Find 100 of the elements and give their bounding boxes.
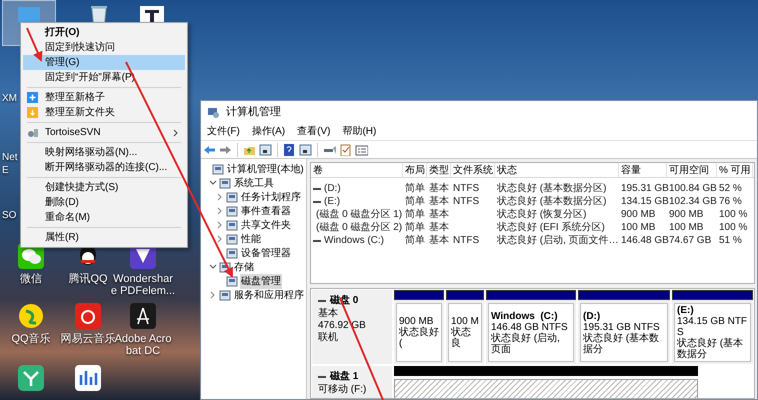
disk-name: 磁盘 1 xyxy=(330,370,358,384)
partition-title: Windows (C:) xyxy=(491,310,559,322)
menu-item[interactable]: 创建快捷方式(S) xyxy=(23,180,185,195)
menu-item[interactable]: 属性(R) xyxy=(23,230,185,245)
menu-item[interactable]: 管理(G) xyxy=(23,55,185,70)
checklist-icon[interactable] xyxy=(339,144,352,156)
disk-detail: 联机 xyxy=(318,332,339,344)
tree-item[interactable]: 服务和应用程序 xyxy=(233,288,305,302)
partition-status: 状态良好 ( xyxy=(399,327,439,349)
menu-item[interactable]: 打开(O) xyxy=(23,25,185,40)
plus-icon xyxy=(27,92,38,103)
menu-item-label: 固定到快速访问 xyxy=(45,40,116,55)
forward-arrow-icon[interactable] xyxy=(219,144,232,156)
partition-status: 状态良好 (基本数据分 xyxy=(583,332,660,354)
table-cell: 100 MB xyxy=(621,221,656,234)
icon-label: bat DC xyxy=(126,345,160,357)
table-cell: 简单 xyxy=(405,234,425,247)
tree-item[interactable]: 性能 xyxy=(240,232,262,246)
column-header[interactable]: % 可用 xyxy=(717,163,753,177)
table-cell: (磁盘 0 磁盘分区 1) xyxy=(316,208,402,221)
list-icon[interactable] xyxy=(355,144,368,156)
tree-item[interactable]: 共享文件夹 xyxy=(240,218,292,232)
menu-item-label: 整理至新格子 xyxy=(45,90,106,105)
annotation-arrow xyxy=(26,28,42,62)
partition-bar xyxy=(394,290,444,300)
expanded-chevron-icon[interactable] xyxy=(209,179,217,187)
column-header[interactable]: 类型 xyxy=(427,163,451,177)
menu-item[interactable]: 删除(D) xyxy=(23,195,185,210)
menu-item[interactable]: 映射网络驱动器(N)... xyxy=(23,145,185,160)
volume-icon xyxy=(313,238,321,242)
tree-item[interactable]: 存储 xyxy=(233,260,255,274)
column-header[interactable]: 状态 xyxy=(495,163,619,177)
expanded-chevron-icon[interactable] xyxy=(209,263,217,271)
tree-item[interactable]: 系统工具 xyxy=(233,176,275,190)
window-title: 计算机管理 xyxy=(226,104,281,120)
collapsed-chevron-icon[interactable] xyxy=(216,207,224,215)
partition-size: 195.31 GB NTFS xyxy=(583,322,661,332)
partition-title: (E:) xyxy=(677,305,695,316)
table-cell: (磁盘 0 磁盘分区 2) xyxy=(316,221,402,234)
mind-map-icon xyxy=(18,365,44,391)
tree-item[interactable]: 事件查看器 xyxy=(240,204,292,218)
tree-node-icon xyxy=(219,290,231,300)
collapsed-chevron-icon[interactable] xyxy=(216,193,224,201)
console-tree-icon[interactable] xyxy=(259,144,272,156)
menu-item[interactable]: 固定到快速访问 xyxy=(23,40,185,55)
table-cell: 74.67 GB xyxy=(669,234,712,247)
partition-size: 100 M xyxy=(451,316,479,327)
menu-item[interactable]: 断开网络驱动器的连接(C)... xyxy=(23,160,185,175)
column-header[interactable]: 布局 xyxy=(403,163,427,177)
tree-item[interactable]: 计算机管理(本地) xyxy=(226,162,305,176)
disk-detail: 476.92 GB xyxy=(318,320,367,332)
table-cell: 状态良好 (基本数据分区) xyxy=(497,195,606,208)
menu-bar-item[interactable]: 文件(F) xyxy=(203,124,244,139)
tree-item[interactable]: 设备管理器 xyxy=(240,246,292,260)
volume-icon xyxy=(313,186,321,190)
table-cell: 76 % xyxy=(719,195,742,208)
tree-node-icon xyxy=(212,164,224,174)
icon-label: Wondershar xyxy=(113,273,173,285)
table-cell: NTFS xyxy=(453,182,480,195)
menu-item[interactable]: TortoiseSVN xyxy=(23,125,185,140)
column-header[interactable]: 可用空间 xyxy=(667,163,717,177)
table-cell: 100 % xyxy=(719,208,748,221)
menu-item[interactable]: 整理至新格子 xyxy=(23,90,185,105)
menu-bar-item[interactable]: 查看(V) xyxy=(293,124,334,139)
column-header[interactable]: 容量 xyxy=(619,163,667,177)
help-icon[interactable] xyxy=(283,144,296,156)
tree-item[interactable]: 任务计划程序 xyxy=(240,190,302,204)
menu-item-label: 属性(R) xyxy=(45,230,80,245)
column-header[interactable]: 卷 xyxy=(311,163,403,177)
menu-item-label: 删除(D) xyxy=(45,196,80,210)
column-header[interactable]: 文件系统 xyxy=(451,163,495,177)
table-cell: 状态良好 (启动, 页面文件… xyxy=(497,234,619,247)
console-pane-icon[interactable] xyxy=(299,144,312,156)
table-cell: 基本 xyxy=(429,221,449,234)
menu-item[interactable]: 重命名(M) xyxy=(23,210,185,225)
partition-status: 状态良 xyxy=(451,327,472,349)
table-cell: Windows (C:) xyxy=(324,234,384,247)
table-cell: 146.48 GB xyxy=(621,234,669,247)
volume-icon xyxy=(313,200,321,204)
menu-bar-item[interactable]: 帮助(H) xyxy=(338,124,380,139)
tree-node-icon xyxy=(226,220,238,230)
menu-item-label: 管理(G) xyxy=(45,56,80,70)
collapsed-chevron-icon[interactable] xyxy=(216,235,224,243)
collapsed-chevron-icon[interactable] xyxy=(216,221,224,229)
tree-item[interactable]: 磁盘管理 xyxy=(240,274,282,288)
folder-arrow-icon xyxy=(27,107,38,118)
menu-item[interactable]: 整理至新文件夹 xyxy=(23,105,185,120)
table-cell: 100.84 GB xyxy=(669,182,717,195)
table-cell: 状态良好 (恢复分区) xyxy=(497,208,586,221)
menu-bar-item[interactable]: 操作(A) xyxy=(248,124,290,139)
disk-detail: 可移动 (F:) xyxy=(318,384,368,396)
table-cell: 100 MB xyxy=(669,221,704,234)
collapsed-chevron-icon[interactable] xyxy=(209,291,217,299)
partition-status: 状态良好 (基本数据分 xyxy=(677,338,744,360)
menu-item-label: 断开网络驱动器的连接(C)... xyxy=(45,160,168,175)
table-cell: NTFS xyxy=(453,234,480,247)
back-arrow-icon[interactable] xyxy=(203,144,216,156)
icon-label: Adobe Acro xyxy=(114,333,172,345)
table-cell: 900 MB xyxy=(621,208,656,221)
table-cell: 195.31 GB xyxy=(621,182,669,195)
